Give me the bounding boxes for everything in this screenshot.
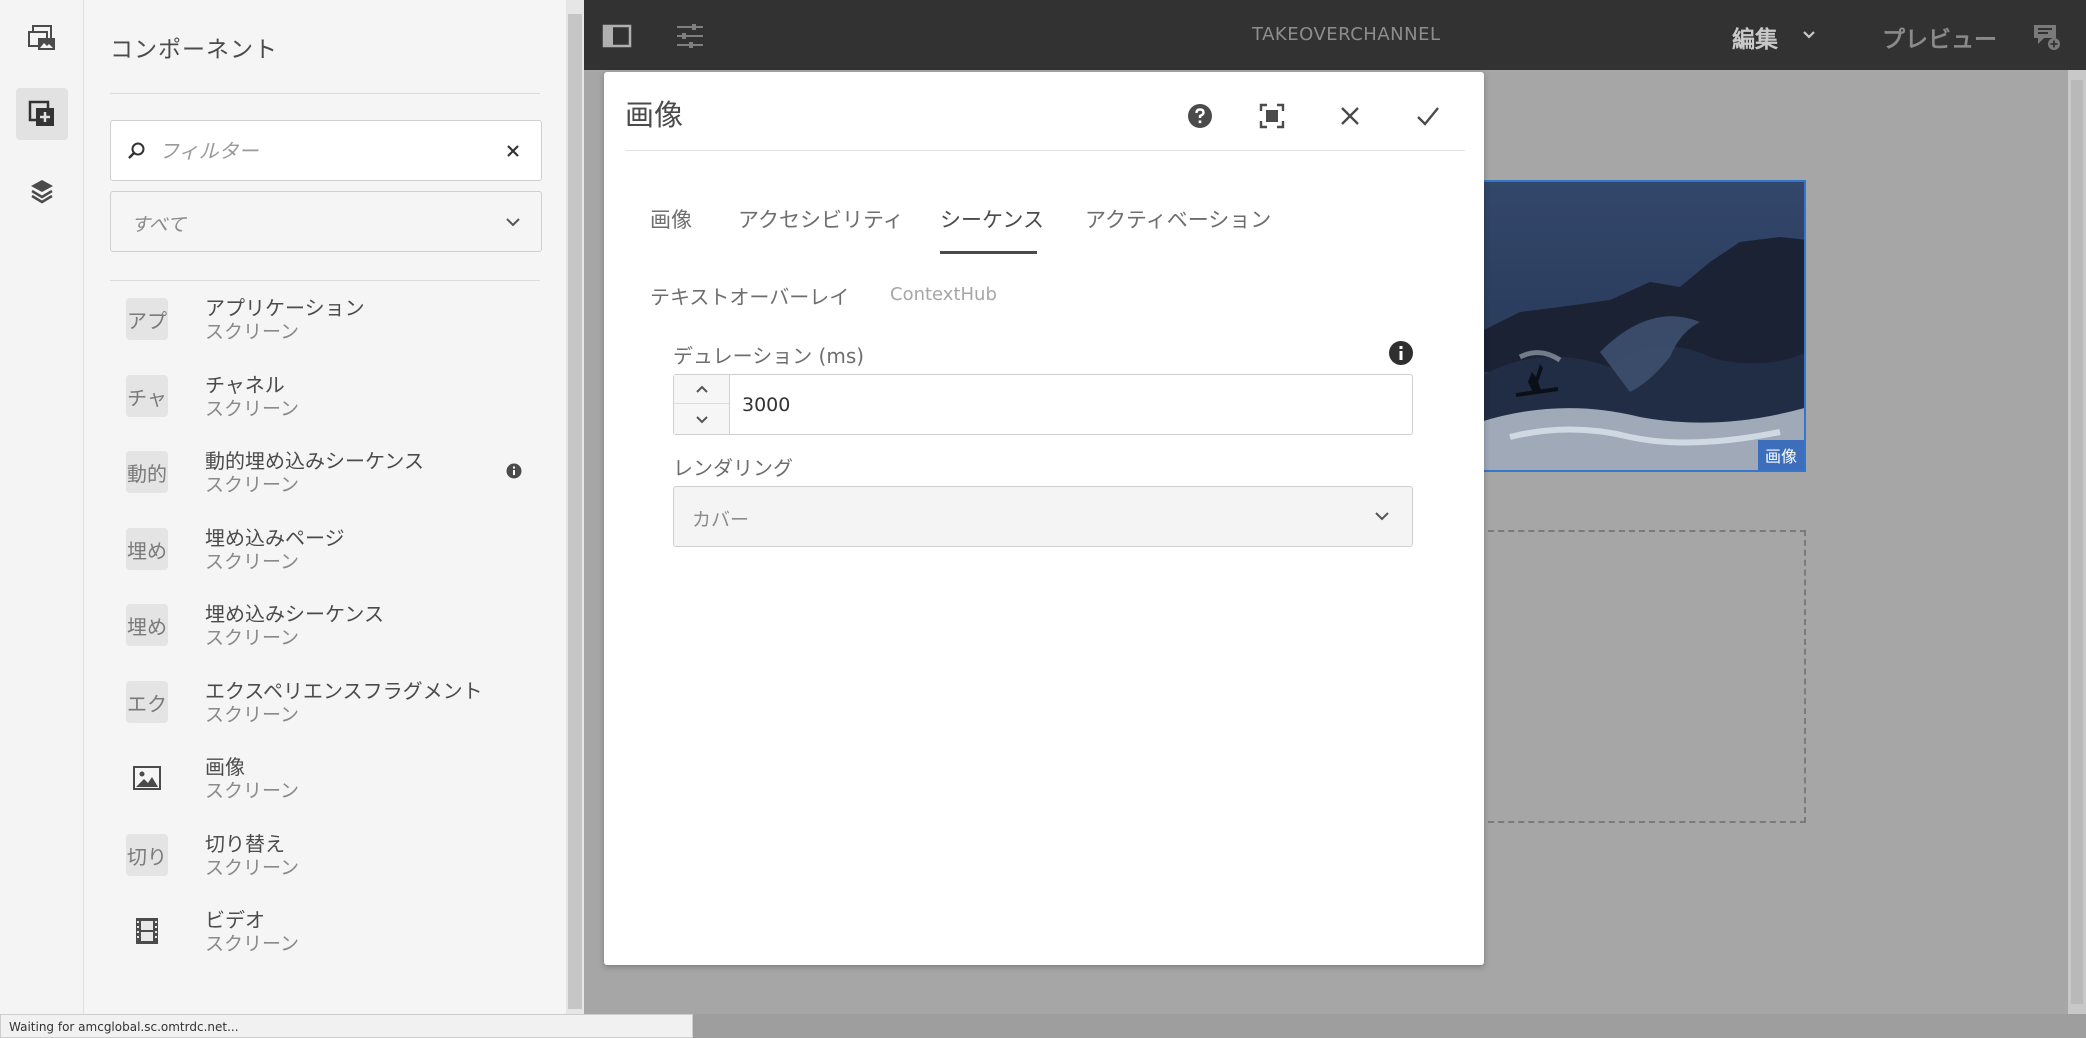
rendering-select-value: カバー (692, 509, 750, 531)
component-group: スクリーン (205, 474, 300, 496)
assets-button[interactable] (16, 12, 68, 64)
component-group: スクリーン (205, 627, 300, 649)
content-tree-button[interactable] (16, 165, 68, 217)
help-icon (1188, 104, 1212, 128)
clear-icon[interactable] (505, 143, 521, 159)
component-badge: アプ (126, 298, 168, 340)
component-item[interactable]: ビデオ スクリーン (110, 900, 530, 966)
filter-input[interactable] (159, 133, 489, 169)
image-icon (133, 766, 161, 790)
info-icon[interactable] (1388, 340, 1414, 366)
component-group: スクリーン (205, 857, 300, 879)
component-item[interactable]: 埋め 埋め込みページ スクリーン (110, 518, 530, 584)
left-rail (0, 0, 84, 1038)
properties-sliders-icon[interactable] (675, 22, 705, 50)
components-button[interactable] (16, 88, 68, 140)
subtab-text-overlay[interactable]: テキストオーバーレイ (650, 281, 849, 310)
image-component[interactable]: 画像 (1478, 180, 1806, 472)
search-icon (128, 142, 145, 159)
component-item[interactable]: エク エクスペリエンスフラグメント スクリーン (110, 671, 530, 737)
editor-toolbar: TAKEOVERCHANNEL 編集 プレビュー (584, 0, 2086, 70)
component-badge: 動的 (126, 451, 168, 493)
component-item[interactable]: 切り 切り替え スクリーン (110, 824, 530, 890)
tab-image[interactable]: 画像 (650, 204, 692, 234)
component-badge: チャ (126, 375, 168, 417)
component-badge: 埋め (126, 528, 168, 570)
browser-status-bar: Waiting for amcglobal.sc.omtrdc.net... (0, 1014, 693, 1038)
components-panel: コンポーネント すべて アプ アプリケーション スクリーン チャ チャネル スク… (84, 0, 566, 1038)
component-item[interactable]: 埋め 埋め込みシーケンス スクリーン (110, 594, 530, 660)
divider (110, 280, 540, 281)
divider (110, 93, 540, 94)
component-badge: 埋め (126, 604, 168, 646)
component-badge (126, 757, 168, 799)
component-badge: 切り (126, 834, 168, 876)
chevron-up-icon (695, 385, 708, 393)
page-scrollbar[interactable] (2068, 70, 2086, 1014)
assets-icon (28, 25, 55, 50)
done-button[interactable] (1410, 98, 1446, 134)
rendering-label: レンダリング (673, 456, 793, 480)
preview-button[interactable]: プレビュー (1882, 20, 1997, 54)
increment-button[interactable] (674, 375, 729, 404)
checkmark-icon (1417, 107, 1439, 126)
panel-title: コンポーネント (110, 37, 278, 63)
tab-sequence[interactable]: シーケンス (940, 204, 1044, 234)
panel-scrollbar[interactable] (566, 0, 584, 1014)
annotations-icon[interactable] (2032, 22, 2062, 52)
components-icon (28, 100, 54, 126)
component-label: 画像 (1757, 440, 1804, 470)
duration-stepper[interactable] (674, 375, 730, 434)
component-group: スクリーン (205, 398, 300, 420)
scrollbar-thumb[interactable] (568, 14, 582, 1009)
tab-accessibility[interactable]: アクセシビリティ (738, 204, 904, 234)
component-item[interactable]: アプ アプリケーション スクリーン (110, 288, 530, 354)
close-icon (1341, 107, 1359, 125)
image-edit-dialog: 画像 画像 アクセシビリティ シーケンス アクティベーション テキストオーバーレ… (604, 72, 1484, 965)
dialog-title: 画像 (625, 98, 684, 132)
mode-selector[interactable]: 編集 (1732, 20, 1778, 54)
duration-input[interactable] (742, 389, 1382, 421)
info-icon[interactable] (506, 463, 522, 479)
component-item[interactable]: チャ チャネル スクリーン (110, 365, 530, 431)
component-group: スクリーン (205, 780, 300, 802)
duration-field[interactable] (673, 374, 1413, 435)
surf-photo-image (1480, 182, 1804, 470)
fullscreen-icon (1259, 103, 1285, 129)
drag-components-dropzone[interactable] (1478, 530, 1806, 823)
chevron-down-icon (695, 416, 708, 424)
selected-tab-indicator (940, 251, 1037, 254)
chevron-down-icon (1375, 512, 1389, 521)
divider (625, 150, 1465, 151)
chevron-down-icon (506, 218, 520, 227)
help-button[interactable] (1182, 98, 1218, 134)
component-item[interactable]: 画像 スクリーン (110, 747, 530, 813)
component-group: スクリーン (205, 933, 300, 955)
component-group: スクリーン (205, 704, 300, 726)
page-title: TAKEOVERCHANNEL (1252, 24, 1441, 45)
subtab-contexthub[interactable]: ContextHub (890, 284, 997, 305)
component-group: スクリーン (205, 321, 300, 343)
cancel-button[interactable] (1332, 98, 1368, 134)
filter-field[interactable] (110, 120, 542, 181)
component-item[interactable]: 動的 動的埋め込みシーケンス スクリーン (110, 441, 530, 507)
chevron-down-icon[interactable] (1802, 30, 1816, 40)
duration-label: デュレーション (ms) (673, 344, 865, 368)
rendering-select[interactable]: カバー (673, 486, 1413, 547)
fullscreen-button[interactable] (1254, 98, 1290, 134)
component-badge: エク (126, 681, 168, 723)
scrollbar-thumb[interactable] (2071, 80, 2083, 1004)
film-icon (136, 918, 158, 944)
tab-activation[interactable]: アクティベーション (1085, 204, 1271, 234)
side-panel-toggle-icon[interactable] (602, 24, 632, 48)
decrement-button[interactable] (674, 405, 729, 434)
component-badge (126, 910, 168, 952)
component-group: スクリーン (205, 551, 300, 573)
content-tree-icon (31, 180, 53, 204)
group-select-value: すべて (131, 214, 186, 236)
group-select[interactable]: すべて (110, 191, 542, 252)
